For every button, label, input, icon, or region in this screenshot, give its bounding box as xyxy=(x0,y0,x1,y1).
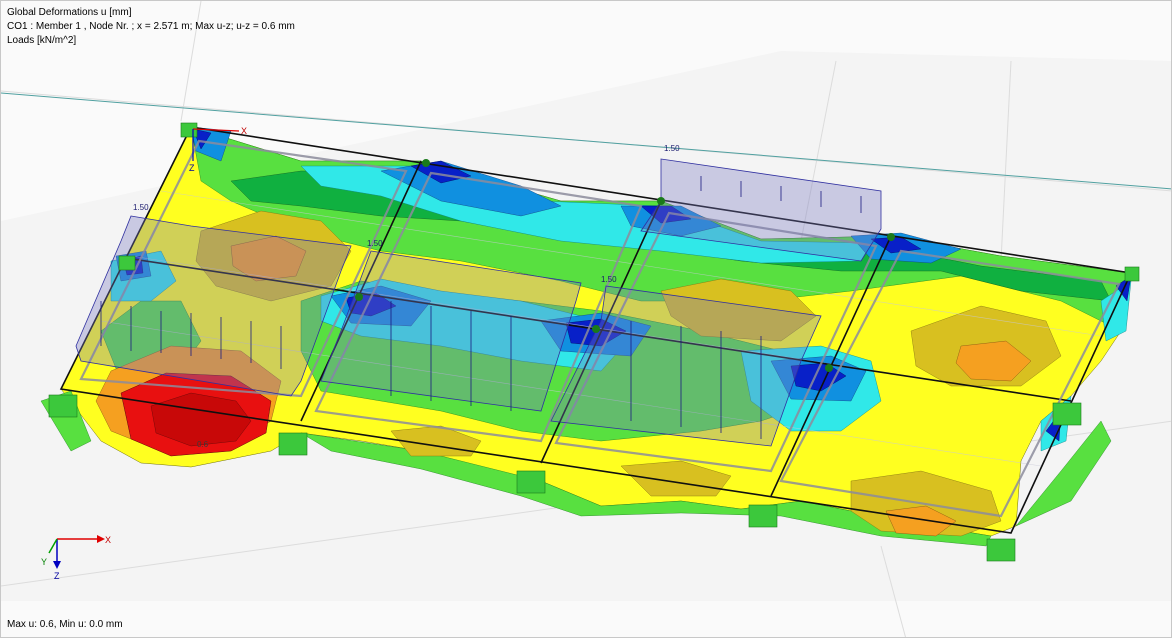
load-label: 1.50 xyxy=(133,203,149,212)
result-title: Global Deformations u [mm] xyxy=(7,7,132,18)
axis-x-label: X xyxy=(105,535,111,545)
result-subtitle: CO1 : Member 1 , Node Nr. ; x = 2.571 m;… xyxy=(7,21,295,32)
load-label: 1.50 xyxy=(664,144,680,153)
model-viewport[interactable]: X Z 1.50 1.50 1.50 1.50 0.6 X Y Z Global… xyxy=(0,0,1172,638)
loads-caption: Loads [kN/m^2] xyxy=(7,35,77,46)
3d-scene[interactable]: X Z 1.50 1.50 1.50 1.50 0.6 X Y Z xyxy=(1,1,1172,638)
max-deformation-label: 0.6 xyxy=(197,440,209,449)
load-label: 1.50 xyxy=(367,239,383,248)
local-x-label: X xyxy=(241,126,247,136)
load-label: 1.50 xyxy=(601,275,617,284)
max-min-summary: Max u: 0.6, Min u: 0.0 mm xyxy=(7,619,123,630)
local-z-label: Z xyxy=(189,163,195,173)
axis-z-label: Z xyxy=(54,571,60,581)
axis-y-label: Y xyxy=(41,557,47,567)
